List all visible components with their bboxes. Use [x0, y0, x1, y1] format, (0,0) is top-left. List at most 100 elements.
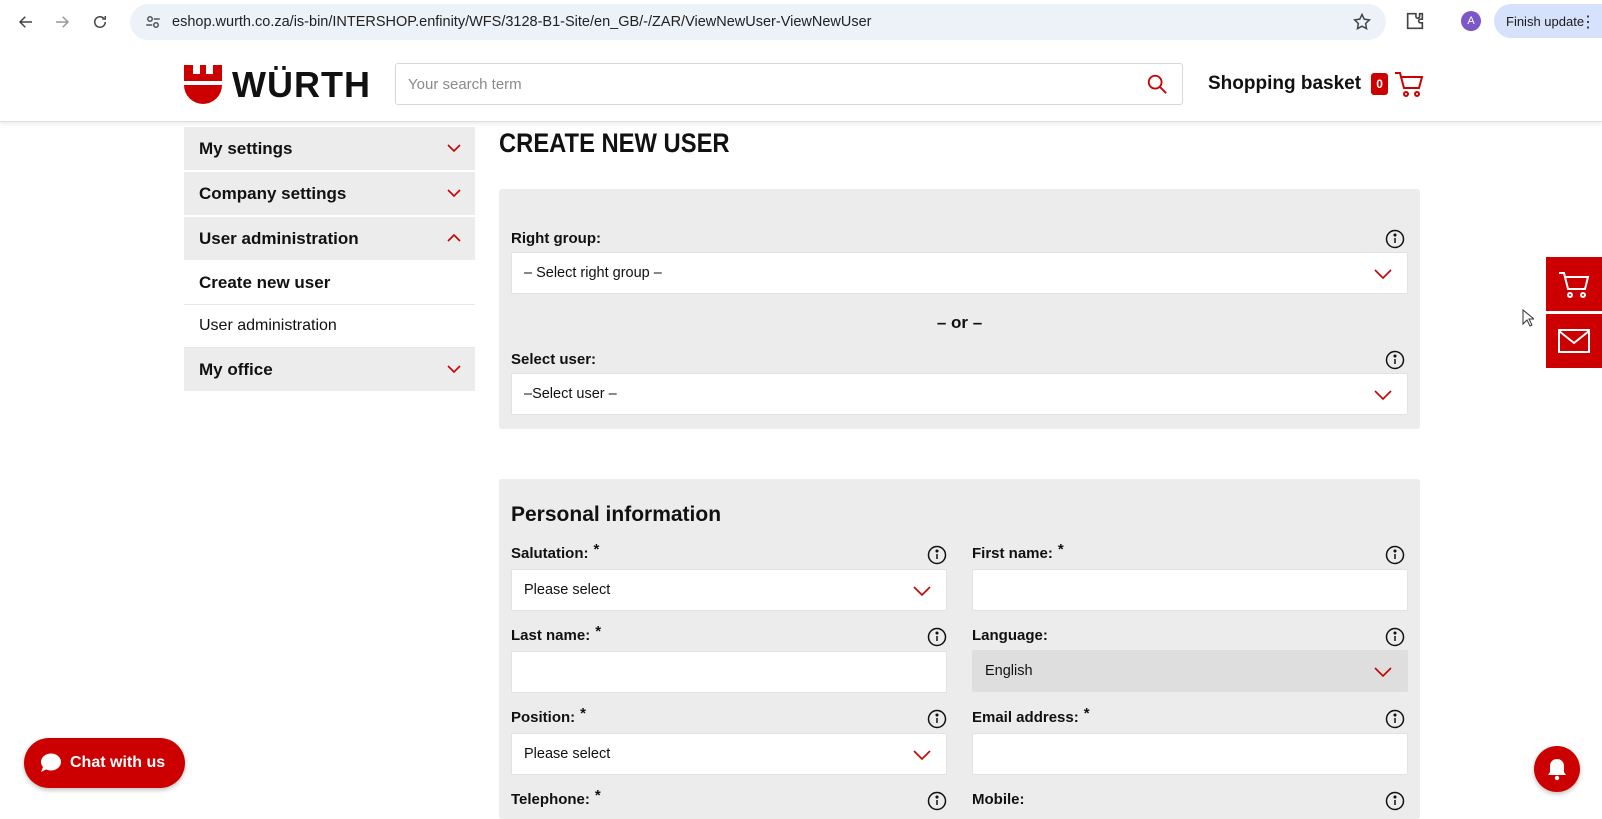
sidebar-group-label: Company settings [199, 183, 347, 203]
section-title: Personal information [511, 503, 722, 526]
position-value: Please select [524, 746, 611, 762]
wurth-logo-icon [184, 65, 222, 104]
profile-avatar[interactable]: A [1461, 11, 1481, 31]
page-title: CREATE NEW USER [499, 128, 730, 158]
sidebar-group-my-office[interactable]: My office [184, 348, 475, 391]
language-label: Language: [972, 627, 1048, 644]
salutation-select[interactable]: Please select [511, 569, 947, 611]
required-mark: * [1083, 705, 1090, 722]
info-icon[interactable] [1385, 229, 1405, 249]
basket-label: Shopping basket [1208, 73, 1362, 94]
last-name-label: Last name: * [511, 623, 601, 644]
required-mark: * [593, 541, 600, 558]
bookmark-star-icon[interactable] [1352, 12, 1372, 32]
shopping-basket[interactable]: Shopping basket 0 [1208, 70, 1424, 98]
sidebar-group-user-administration[interactable]: User administration [184, 217, 475, 260]
email-label: Email address: * [972, 705, 1090, 726]
sidebar-group-company-settings[interactable]: Company settings [184, 172, 475, 215]
right-group-label: Right group: [511, 230, 601, 247]
wurth-logo[interactable]: WÜRTH [184, 64, 371, 106]
language-select[interactable]: English [972, 650, 1408, 692]
info-icon[interactable] [927, 545, 947, 565]
first-name-label: First name: * [972, 541, 1064, 562]
chat-bubble-icon [41, 753, 61, 772]
first-name-field[interactable] [972, 569, 1408, 611]
right-group-value: – Select right group – [524, 265, 662, 281]
info-icon[interactable] [927, 627, 947, 647]
sidebar-group-label: My settings [199, 138, 293, 158]
chevron-down-icon [913, 586, 931, 597]
forward-icon[interactable] [44, 4, 80, 40]
basket-count-badge: 0 [1371, 73, 1389, 95]
url-text: eshop.wurth.co.za/is-bin/INTERSHOP.enfin… [172, 14, 872, 30]
site-settings-icon[interactable] [144, 13, 162, 31]
sidebar-group-label: My office [199, 359, 273, 379]
cart-icon[interactable] [1394, 70, 1424, 98]
last-name-label-text: Last name: [511, 627, 591, 644]
telephone-label-text: Telephone: [511, 791, 590, 808]
telephone-label: Telephone: * [511, 787, 601, 808]
chevron-down-icon [1374, 667, 1392, 678]
position-label: Position: * [511, 705, 586, 726]
menu-dots-icon[interactable]: ⋮ [1580, 12, 1596, 32]
chevron-down-icon [913, 750, 931, 761]
email-field[interactable] [972, 733, 1408, 775]
right-group-select[interactable]: – Select right group – [511, 252, 1408, 294]
salutation-label-text: Salutation: [511, 545, 589, 562]
right-group-panel: Right group: – Select right group – – or… [499, 189, 1420, 429]
salutation-label: Salutation: * [511, 541, 599, 562]
info-icon[interactable] [1385, 627, 1405, 647]
select-user-label: Select user: [511, 351, 597, 368]
chevron-down-icon [447, 365, 461, 374]
info-icon[interactable] [927, 791, 947, 811]
sidebar-item-user-administration[interactable]: User administration [184, 305, 475, 348]
floating-cart-button[interactable] [1546, 257, 1602, 311]
required-mark: * [580, 705, 587, 722]
reload-icon[interactable] [82, 4, 118, 40]
info-icon[interactable] [1385, 791, 1405, 811]
info-icon[interactable] [1385, 545, 1405, 565]
account-sidebar: My settings Company settings User admini… [184, 127, 475, 393]
site-header: WÜRTH Shopping basket 0 [0, 46, 1602, 122]
select-user-value: –Select user – [524, 386, 617, 402]
finish-update-button[interactable]: Finish update ⋮ [1494, 4, 1602, 38]
address-bar[interactable]: eshop.wurth.co.za/is-bin/INTERSHOP.enfin… [130, 4, 1386, 40]
or-separator: – or – [936, 313, 983, 332]
sidebar-item-create-new-user[interactable]: Create new user [184, 262, 475, 305]
browser-toolbar: eshop.wurth.co.za/is-bin/INTERSHOP.enfin… [0, 0, 1602, 44]
sidebar-group-label: User administration [199, 228, 359, 248]
chevron-down-icon [1374, 390, 1392, 401]
info-icon[interactable] [1385, 350, 1405, 370]
mobile-label: Mobile: [972, 791, 1025, 808]
required-mark: * [1057, 541, 1064, 558]
extensions-icon[interactable] [1404, 10, 1426, 32]
notification-bell-button[interactable] [1534, 746, 1580, 792]
chat-with-us-button[interactable]: Chat with us [24, 738, 185, 788]
chevron-up-icon [447, 233, 461, 242]
cart-icon [1559, 272, 1590, 298]
chat-label: Chat with us [70, 754, 166, 771]
bell-icon [1548, 759, 1566, 781]
position-label-text: Position: [511, 709, 576, 726]
select-user-select[interactable]: –Select user – [511, 373, 1408, 415]
personal-information-panel: Personal information Salutation: * Please… [499, 479, 1420, 819]
mouse-cursor-icon [1522, 309, 1534, 327]
sidebar-group-my-settings[interactable]: My settings [184, 127, 475, 170]
required-mark: * [594, 787, 601, 804]
last-name-field[interactable] [511, 651, 947, 693]
finish-update-label: Finish update [1506, 13, 1585, 29]
back-icon[interactable] [8, 4, 44, 40]
search-box [395, 63, 1183, 105]
position-select[interactable]: Please select [511, 733, 947, 775]
first-name-label-text: First name: [972, 545, 1053, 562]
email-label-text: Email address: [972, 709, 1079, 726]
salutation-value: Please select [524, 582, 611, 598]
chevron-down-icon [447, 189, 461, 198]
info-icon[interactable] [1385, 709, 1405, 729]
search-icon[interactable] [1146, 73, 1168, 95]
logo-text: WÜRTH [232, 64, 371, 105]
floating-mail-button[interactable] [1546, 314, 1602, 368]
language-value: English [985, 663, 1033, 679]
search-input[interactable] [396, 64, 1096, 104]
info-icon[interactable] [927, 709, 947, 729]
